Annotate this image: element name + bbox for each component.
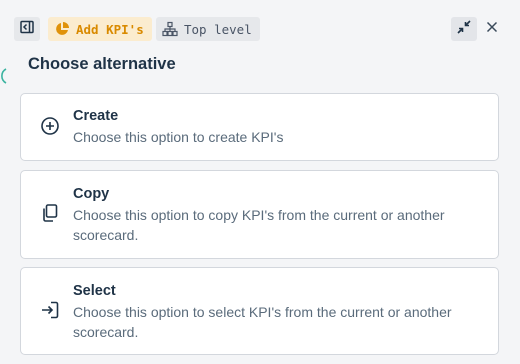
close-button[interactable] (482, 17, 502, 41)
minimize-button[interactable] (451, 17, 477, 41)
top-level-tag[interactable]: Top level (156, 17, 260, 41)
option-card-select[interactable]: Select Choose this option to select KPI'… (20, 267, 499, 355)
option-description: Choose this option to select KPI's from … (73, 304, 452, 340)
option-description: Choose this option to copy KPI's from th… (73, 207, 445, 243)
background-edge-fragment (0, 66, 7, 90)
plus-circle-icon (40, 116, 60, 136)
add-kpis-tag[interactable]: Add KPI's (48, 17, 152, 41)
option-description: Choose this option to create KPI's (73, 129, 284, 145)
option-card-copy[interactable]: Copy Choose this option to copy KPI's fr… (20, 170, 499, 259)
pie-chart-icon (54, 21, 70, 37)
option-label: Copy (73, 186, 110, 202)
sign-in-icon (40, 300, 60, 320)
sidebar-collapse-button[interactable] (14, 17, 40, 41)
top-level-tag-label: Top level (184, 21, 252, 37)
close-icon (486, 20, 498, 38)
hierarchy-icon (162, 21, 178, 37)
minimize-icon (457, 19, 471, 39)
option-label: Select (73, 283, 116, 299)
panel-header: Add KPI's Top level (0, 0, 520, 58)
add-kpis-tag-label: Add KPI's (76, 21, 144, 37)
sidebar-collapse-icon (20, 20, 34, 39)
option-label: Create (73, 108, 119, 124)
choose-alternative-panel: Add KPI's Top level Choose alternative C… (0, 0, 520, 364)
panel-title: Choose alternative (28, 55, 176, 73)
copy-icon (40, 203, 60, 223)
option-card-create[interactable]: Create Choose this option to create KPI'… (20, 93, 499, 161)
